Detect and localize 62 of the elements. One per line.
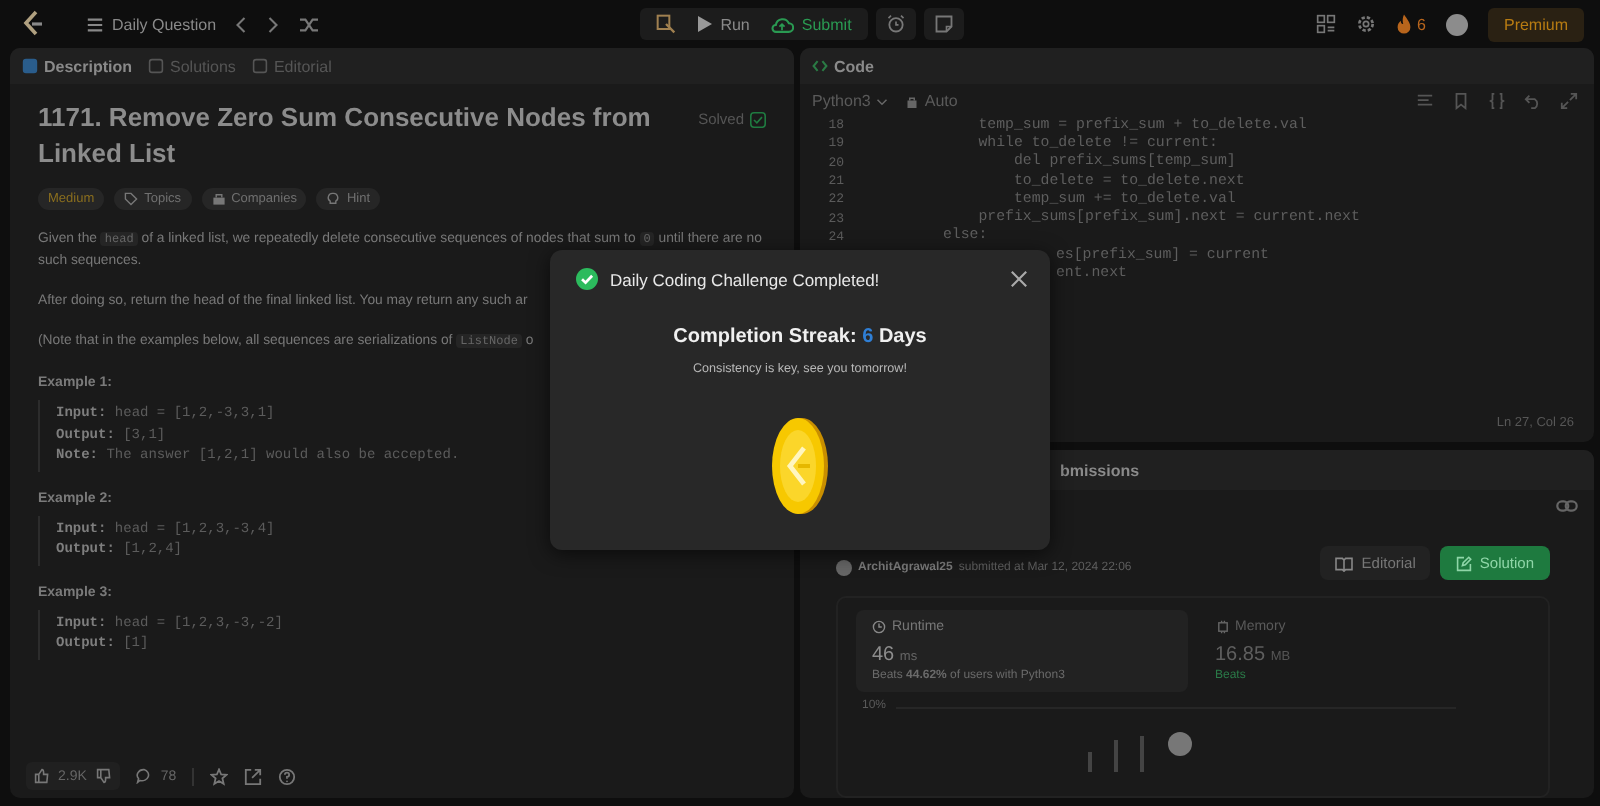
check-icon [576, 268, 598, 290]
note-icon [933, 14, 954, 34]
flame-icon [1395, 14, 1412, 34]
link-icon[interactable] [1556, 498, 1578, 514]
shuffle-icon[interactable] [298, 15, 321, 33]
lightbulb-icon [326, 192, 341, 206]
undo-icon[interactable] [1524, 92, 1542, 110]
tab-icon [148, 58, 165, 74]
cloud-upload-icon [769, 15, 794, 33]
streak-count: 6 [1417, 15, 1426, 33]
stat-value: 46 [872, 644, 895, 666]
help-icon[interactable] [278, 767, 297, 785]
thumbs-down-icon[interactable] [96, 768, 113, 784]
language-dropdown[interactable]: Python3 [812, 92, 889, 110]
streak-text: Completion Streak: 6 Days [673, 326, 927, 348]
submit-button[interactable]: Submit [769, 15, 852, 33]
panel-tab[interactable]: Description [22, 57, 133, 75]
code-tab[interactable]: Code [812, 57, 874, 75]
expand-icon[interactable] [1560, 92, 1578, 110]
next-icon[interactable] [266, 15, 281, 33]
edit-icon [1455, 555, 1472, 571]
auto-mode-toggle[interactable]: Auto [906, 92, 958, 110]
logo-icon[interactable] [20, 10, 48, 38]
submissions-tab[interactable]: bmissions [1060, 461, 1140, 479]
settings-icon[interactable] [1355, 14, 1376, 34]
tab-icon [251, 58, 268, 74]
alarm-icon [885, 14, 906, 34]
check-icon [750, 111, 766, 127]
avatar-icon[interactable] [1445, 13, 1468, 35]
layout-icon[interactable] [1315, 14, 1336, 34]
briefcase-icon [211, 192, 226, 206]
caret-icon [876, 95, 889, 107]
coin-icon [770, 416, 830, 516]
author-avatar-icon [836, 560, 852, 576]
chip-icon [1215, 620, 1229, 634]
list-icon [86, 15, 104, 33]
dialog-title: Daily Coding Challenge Completed! [610, 269, 882, 289]
bookmark-icon[interactable] [1452, 92, 1470, 110]
comment-icon [136, 768, 153, 784]
star-icon[interactable] [210, 767, 229, 785]
note-button[interactable] [923, 8, 964, 40]
code-icon [812, 58, 828, 74]
problem-title: 1171. Remove Zero Sum Consecutive Nodes from Linked List [38, 100, 653, 172]
share-icon[interactable] [244, 767, 263, 785]
clock-icon [872, 620, 886, 634]
run-button[interactable]: Run [696, 15, 750, 33]
user-marker [1168, 732, 1192, 756]
previous-icon[interactable] [234, 15, 249, 33]
lock-icon [906, 95, 919, 107]
braces-icon[interactable] [1488, 92, 1506, 110]
book-icon [1333, 555, 1354, 571]
play-icon [696, 16, 713, 32]
format-icon[interactable] [1416, 92, 1434, 110]
alarm-button[interactable] [875, 8, 916, 40]
tag-icon [124, 192, 139, 206]
stat-value: 16.85 [1215, 644, 1266, 666]
daily-question-button[interactable]: Daily Question [86, 15, 217, 33]
thumbs-up-icon [34, 768, 50, 784]
close-icon[interactable] [1010, 270, 1028, 288]
debug-icon[interactable] [656, 14, 677, 34]
premium-button[interactable]: Premium [1487, 7, 1584, 41]
tab-icon [22, 58, 38, 74]
